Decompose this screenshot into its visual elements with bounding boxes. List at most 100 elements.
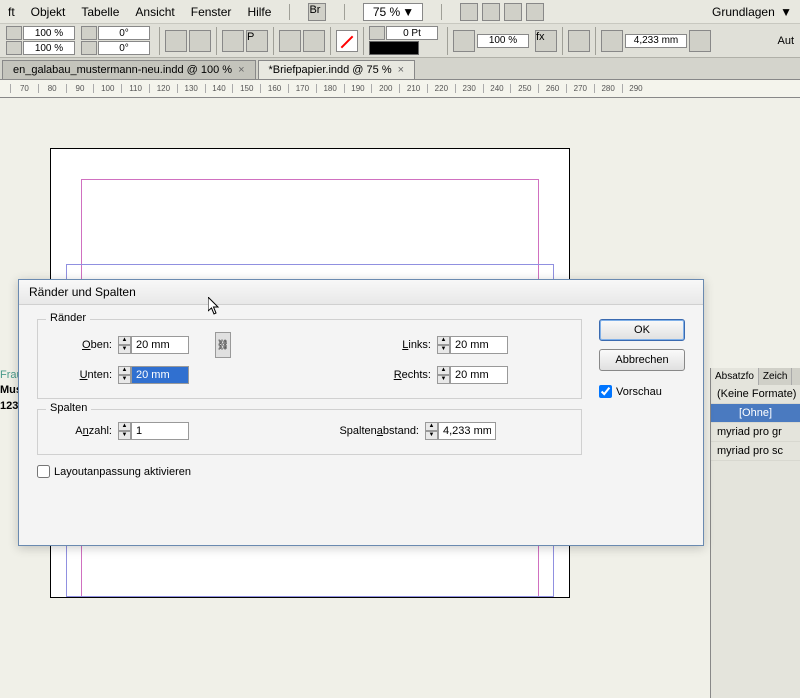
rotate-icon <box>81 26 97 40</box>
separator <box>330 27 331 55</box>
menu-item[interactable]: Objekt <box>31 5 66 19</box>
spin-up-icon[interactable]: ▲ <box>118 336 131 345</box>
gutter-label: Spaltenabstand: <box>319 425 419 437</box>
shear-icon <box>81 41 97 55</box>
stroke-weight-field[interactable]: 0 Pt <box>386 26 438 40</box>
spin-down-icon[interactable]: ▼ <box>118 431 131 440</box>
flip-horizontal-icon[interactable] <box>165 30 187 52</box>
close-icon[interactable]: × <box>398 64 404 76</box>
separator <box>273 27 274 55</box>
separator <box>562 27 563 55</box>
left-input[interactable] <box>450 336 508 354</box>
spin-up-icon[interactable]: ▲ <box>425 422 438 431</box>
style-item[interactable]: myriad pro gr <box>711 423 800 442</box>
gutter-input[interactable] <box>438 422 496 440</box>
type-on-path-icon[interactable]: P <box>246 30 268 52</box>
right-label: Rechts: <box>371 369 431 381</box>
stroke-icon <box>369 26 385 40</box>
menu-item[interactable]: ft <box>8 5 15 19</box>
fx-icon[interactable]: fx <box>535 30 557 52</box>
ok-button[interactable]: OK <box>599 319 685 341</box>
layout-adapt-checkbox[interactable] <box>37 465 50 478</box>
document-tab[interactable]: en_galabau_mustermann-neu.indd @ 100 %× <box>2 60 256 79</box>
preview-checkbox[interactable] <box>599 385 612 398</box>
separator <box>159 27 160 55</box>
styles-panel[interactable]: Absatzfo Zeich (Keine Formate) [Ohne] my… <box>710 368 800 698</box>
right-input[interactable] <box>450 366 508 384</box>
count-spinner[interactable]: ▲▼ <box>118 422 189 440</box>
spin-up-icon[interactable]: ▲ <box>118 422 131 431</box>
preview-label: Vorschau <box>616 386 662 398</box>
layout-adapt-label: Layoutanpassung aktivieren <box>54 466 191 478</box>
select-container-icon[interactable] <box>222 30 244 52</box>
horizontal-ruler[interactable]: 7080901001101201301401501601701801902002… <box>0 80 800 98</box>
wrap-icon[interactable] <box>303 30 325 52</box>
no-fill-icon[interactable] <box>336 30 358 52</box>
count-input[interactable] <box>131 422 189 440</box>
document-tab[interactable]: *Briefpapier.indd @ 75 %× <box>258 60 416 79</box>
spin-down-icon[interactable]: ▼ <box>425 431 438 440</box>
scale-x-field[interactable]: 100 % <box>23 26 75 40</box>
spin-down-icon[interactable]: ▼ <box>437 345 450 354</box>
more-icon[interactable] <box>689 30 711 52</box>
zoom-dropdown[interactable]: 75 %▼ <box>363 3 423 21</box>
auto-label: Aut <box>777 35 794 47</box>
separator <box>289 4 290 20</box>
count-label: Anzahl: <box>52 425 112 437</box>
spin-up-icon[interactable]: ▲ <box>437 336 450 345</box>
menu-item[interactable]: Fenster <box>191 5 232 19</box>
stroke-style[interactable] <box>369 41 419 55</box>
separator <box>344 4 345 20</box>
separator <box>441 4 442 20</box>
align-icon[interactable] <box>279 30 301 52</box>
gutter-spinner[interactable]: ▲▼ <box>425 422 496 440</box>
top-input[interactable] <box>131 336 189 354</box>
style-item[interactable]: (Keine Formate) <box>711 385 800 404</box>
bottom-label: Unten: <box>52 369 112 381</box>
text-wrap-icon[interactable] <box>568 30 590 52</box>
flip-vertical-icon[interactable] <box>189 30 211 52</box>
view-mode-icon[interactable] <box>460 3 478 21</box>
separator <box>363 27 364 55</box>
shear-field[interactable]: 0° <box>98 41 150 55</box>
apply-color-icon[interactable] <box>453 30 475 52</box>
menu-item[interactable]: Ansicht <box>135 5 174 19</box>
panel-tab[interactable]: Absatzfo <box>711 368 759 385</box>
scale-x-icon <box>6 26 22 40</box>
right-spinner[interactable]: ▲▼ <box>437 366 508 384</box>
scale-y-field[interactable]: 100 % <box>23 41 75 55</box>
margins-columns-dialog: Ränder und Spalten Ränder Oben: ▲▼ ⛓ Lin… <box>18 279 704 546</box>
link-margins-icon[interactable]: ⛓ <box>215 332 231 358</box>
view-mode-icon[interactable] <box>482 3 500 21</box>
spin-down-icon[interactable]: ▼ <box>118 375 131 384</box>
style-item[interactable]: myriad pro sc <box>711 442 800 461</box>
frame-fitting-icon[interactable] <box>601 30 623 52</box>
left-label: Links: <box>371 339 431 351</box>
spin-up-icon[interactable]: ▲ <box>118 366 131 375</box>
spin-down-icon[interactable]: ▼ <box>437 375 450 384</box>
bottom-input[interactable] <box>131 366 189 384</box>
top-spinner[interactable]: ▲▼ <box>118 336 189 354</box>
scale-y-icon <box>6 41 22 55</box>
columns-group-label: Spalten <box>46 402 91 414</box>
opacity-field[interactable]: 100 % <box>477 34 529 48</box>
menu-item[interactable]: Hilfe <box>247 5 271 19</box>
bridge-icon[interactable]: Br <box>308 3 326 21</box>
panel-tab[interactable]: Zeich <box>759 368 792 385</box>
rotate-field[interactable]: 0° <box>98 26 150 40</box>
spin-down-icon[interactable]: ▼ <box>118 345 131 354</box>
spin-up-icon[interactable]: ▲ <box>437 366 450 375</box>
separator <box>447 27 448 55</box>
left-spinner[interactable]: ▲▼ <box>437 336 508 354</box>
bottom-spinner[interactable]: ▲▼ <box>118 366 189 384</box>
margins-group-label: Ränder <box>46 312 90 324</box>
cancel-button[interactable]: Abbrechen <box>599 349 685 371</box>
menu-item[interactable]: Tabelle <box>81 5 119 19</box>
workspace-dropdown[interactable]: Grundlagen ▼ <box>712 5 792 19</box>
dialog-title: Ränder und Spalten <box>19 280 703 305</box>
view-mode-icon[interactable] <box>526 3 544 21</box>
style-item[interactable]: [Ohne] <box>711 404 800 423</box>
measure-field[interactable]: 4,233 mm <box>625 34 687 48</box>
close-icon[interactable]: × <box>238 64 244 76</box>
view-mode-icon[interactable] <box>504 3 522 21</box>
